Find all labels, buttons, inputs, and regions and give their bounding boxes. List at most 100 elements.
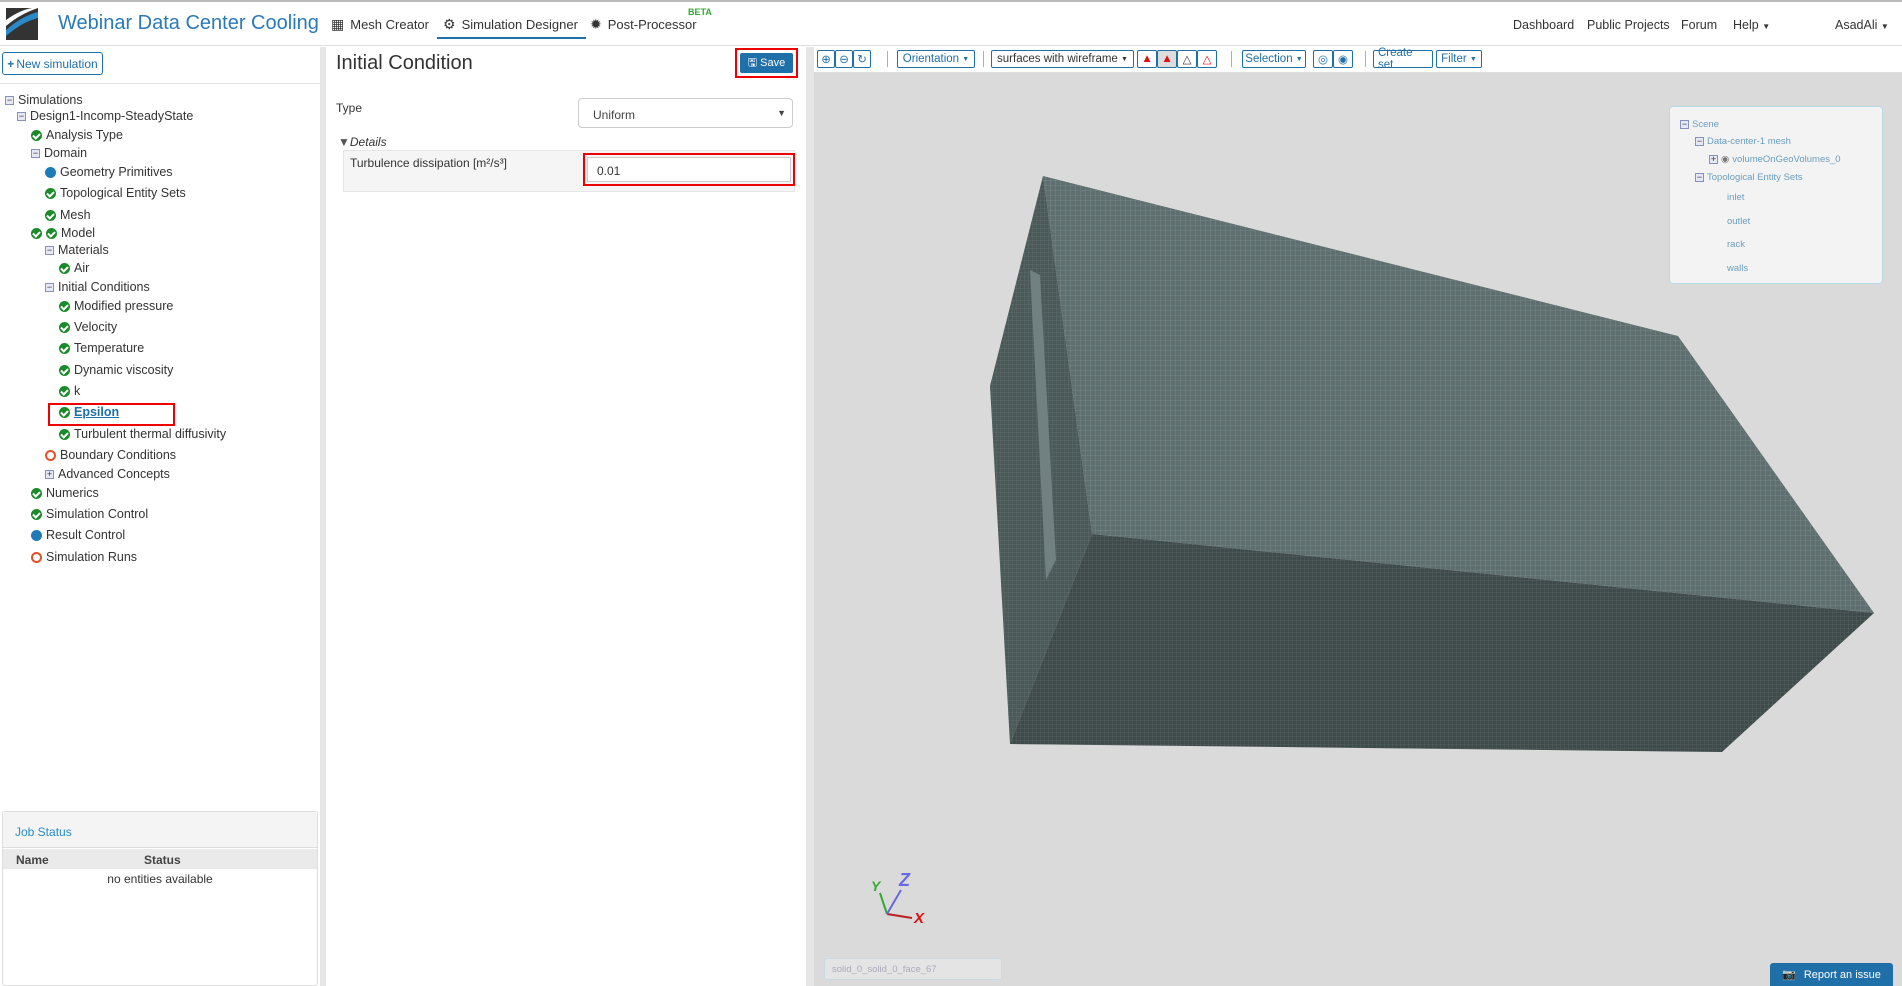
scene-sets[interactable]: − Topological Entity Sets	[1695, 172, 1803, 183]
separator	[887, 51, 888, 67]
collapse-icon: −	[17, 110, 26, 121]
tree-item-temperature[interactable]: Temperature	[59, 341, 144, 355]
tree-item-result-control[interactable]: Result Control	[31, 528, 125, 542]
nav-simulation-designer[interactable]: ⚙ Simulation Designer	[437, 16, 586, 39]
tree-item-simulation-runs[interactable]: Simulation Runs	[31, 550, 137, 564]
wireframe-button[interactable]: △	[1177, 50, 1197, 68]
scene-volume[interactable]: + ◉ volumeOnGeoVolumes_0	[1709, 154, 1841, 165]
collapse-icon: −	[1695, 136, 1704, 146]
job-status-panel: Job Status Name Status no entities avail…	[2, 811, 318, 986]
user-menu[interactable]: AsadAli ▼	[1835, 18, 1889, 32]
report-issue-button[interactable]: 📷 Report an issue	[1770, 963, 1893, 986]
details-toggle[interactable]: ▼Details	[338, 135, 387, 149]
user-name: AsadAli	[1835, 18, 1878, 32]
tree-item-design1-incomp-steadystate[interactable]: − Design1-Incomp-SteadyState	[17, 109, 193, 123]
tree-item-numerics[interactable]: Numerics	[31, 486, 99, 500]
caret-down-icon: ▼	[1121, 55, 1128, 63]
caret-down-icon: ▼	[1880, 22, 1889, 31]
zoom-in-button[interactable]: ⊕	[817, 50, 835, 68]
app-title[interactable]: Webinar Data Center Cooling	[58, 12, 319, 35]
scene-mesh[interactable]: − Data-center-1 mesh	[1695, 136, 1791, 147]
save-button[interactable]: 🖫 Save	[740, 53, 793, 73]
scene-volume-label: volumeOnGeoVolumes_0	[1732, 154, 1841, 165]
axis-triad: X Y Z	[871, 870, 925, 927]
tree-item-k[interactable]: k	[59, 384, 80, 398]
refresh-icon: ↻	[857, 54, 867, 66]
tree-item-materials[interactable]: − Materials	[45, 243, 109, 257]
beta-badge: BETA	[688, 7, 712, 17]
details-label: Details	[349, 135, 387, 149]
turbulence-dissipation-input[interactable]: 0.01	[587, 157, 791, 182]
3d-viewer[interactable]: X Y Z ⊕ ⊖ ↻ Orientation ▼ surfaces with …	[814, 47, 1902, 986]
nav-public-projects[interactable]: Public Projects	[1587, 18, 1670, 32]
check-circle-icon	[31, 487, 42, 499]
expand-icon: +	[1709, 154, 1718, 164]
filter-dropdown[interactable]: Filter ▼	[1436, 50, 1482, 68]
eye-icon[interactable]: ◉	[1721, 154, 1729, 165]
tree-item-modified-pressure[interactable]: Modified pressure	[59, 299, 173, 313]
tree-item-initial-conditions[interactable]: − Initial Conditions	[45, 280, 150, 294]
refresh-button[interactable]: ↻	[853, 50, 871, 68]
hide-button[interactable]: ◎	[1313, 50, 1333, 68]
separator	[1365, 51, 1366, 67]
zoom-out-button[interactable]: ⊖	[835, 50, 853, 68]
nav-mesh-creator[interactable]: ▦ Mesh Creator	[331, 16, 429, 33]
scene-sets-label: Topological Entity Sets	[1707, 172, 1803, 183]
create-set-button[interactable]: Create set	[1373, 47, 1433, 71]
left-splitter[interactable]	[320, 47, 326, 986]
tree-item-domain[interactable]: − Domain	[31, 146, 87, 160]
surface-wireframe-button[interactable]: ▲	[1157, 50, 1177, 68]
eye-slash-icon: ◎	[1317, 54, 1329, 66]
tree-item-simulations[interactable]: − Simulations	[5, 93, 83, 107]
tree-item-boundary-conditions[interactable]: Boundary Conditions	[45, 448, 176, 462]
type-select[interactable]: Uniform ▼	[578, 98, 793, 128]
scene-set-item[interactable]: outlet	[1727, 216, 1750, 227]
tree-item-advanced-concepts[interactable]: + Advanced Concepts	[45, 467, 170, 481]
tree-item-mesh[interactable]: Mesh	[45, 208, 91, 222]
scene-root[interactable]: − Scene	[1680, 119, 1719, 130]
scene-mesh-label: Data-center-1 mesh	[1707, 136, 1791, 147]
nav-help[interactable]: Help ▼	[1733, 18, 1770, 32]
tree-item-label: Simulation Runs	[46, 550, 138, 564]
plus-icon: +	[7, 56, 15, 71]
tree-item-dynamic-viscosity[interactable]: Dynamic viscosity	[59, 363, 173, 377]
orientation-label: Orientation	[902, 53, 960, 65]
new-simulation-button[interactable]: + New simulation	[2, 52, 103, 75]
tree-item-analysis-type[interactable]: Analysis Type	[31, 128, 123, 142]
tree-item-label: Geometry Primitives	[60, 165, 173, 179]
scene-set-item[interactable]: walls	[1727, 263, 1748, 274]
render-mode-select[interactable]: surfaces with wireframe ▼	[991, 50, 1134, 68]
tree-item-geometry-primitives[interactable]: Geometry Primitives	[45, 165, 173, 179]
tree-item-label: Model	[61, 226, 96, 240]
tree-item-velocity[interactable]: Velocity	[59, 320, 117, 334]
surface-button[interactable]: ▲	[1137, 50, 1157, 68]
points-button[interactable]: △	[1197, 50, 1217, 68]
tree-item-model[interactable]: Model	[31, 226, 95, 240]
field-highlight: 0.01	[583, 153, 795, 186]
tree-item-turbulent-thermal-diffusivity[interactable]: Turbulent thermal diffusivity	[59, 427, 226, 441]
axis-y-label: Y	[871, 878, 882, 894]
nav-forum[interactable]: Forum	[1681, 18, 1717, 32]
nav-dashboard[interactable]: Dashboard	[1513, 18, 1574, 32]
empty-message: no entities available	[107, 872, 213, 886]
nav-post-processor[interactable]: ✹ Post-Processor	[590, 16, 697, 33]
scene-set-item[interactable]: rack	[1727, 239, 1745, 250]
scene-set-item[interactable]: inlet	[1727, 192, 1744, 203]
selection-dropdown[interactable]: Selection ▼	[1242, 50, 1306, 68]
selection-label: Selection	[1245, 53, 1293, 65]
check-circle-icon	[59, 342, 70, 354]
logo-icon	[6, 8, 38, 40]
new-simulation-label: New simulation	[16, 56, 98, 71]
orientation-dropdown[interactable]: Orientation ▼	[897, 50, 975, 68]
collapse-icon: −	[45, 281, 54, 292]
show-button[interactable]: ◉	[1333, 50, 1353, 68]
tree-item-label: Advanced Concepts	[58, 467, 170, 481]
collapse-icon: −	[1695, 172, 1704, 182]
filled-circle-icon	[31, 529, 42, 541]
tree-item-air[interactable]: Air	[59, 261, 89, 275]
tree-item-topological-entity-sets[interactable]: Topological Entity Sets	[45, 186, 186, 200]
tree-item-simulation-control[interactable]: Simulation Control	[31, 507, 148, 521]
check-circle-icon	[59, 428, 70, 440]
middle-splitter[interactable]	[806, 47, 814, 986]
highlight-box	[48, 403, 175, 426]
